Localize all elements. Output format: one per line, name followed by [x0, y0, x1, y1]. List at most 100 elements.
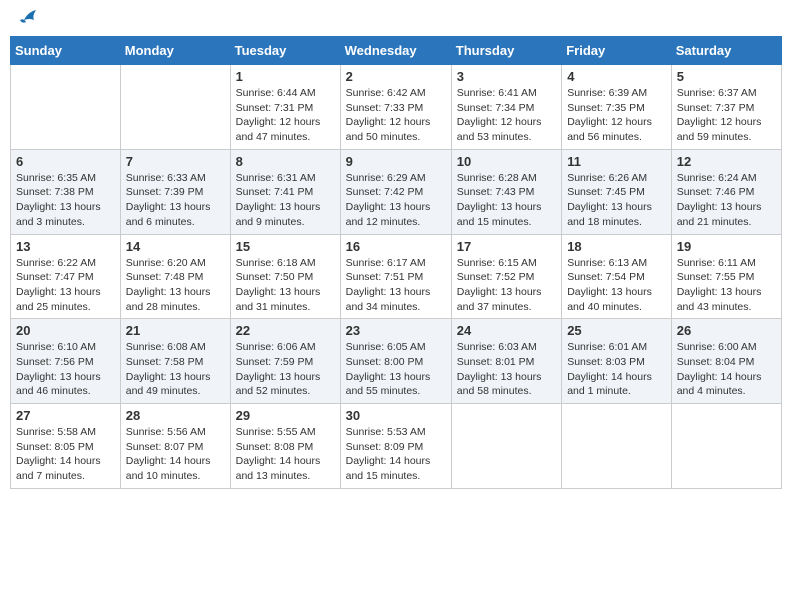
cell-details: Sunrise: 6:44 AM Sunset: 7:31 PM Dayligh…: [236, 86, 335, 145]
day-number: 17: [457, 239, 556, 254]
calendar-week-row: 20 Sunrise: 6:10 AM Sunset: 7:56 PM Dayl…: [11, 319, 782, 404]
cell-details: Sunrise: 6:08 AM Sunset: 7:58 PM Dayligh…: [126, 340, 225, 399]
sunrise-text: Sunrise: 5:53 AM: [346, 426, 426, 438]
cell-details: Sunrise: 6:39 AM Sunset: 7:35 PM Dayligh…: [567, 86, 666, 145]
day-number: 14: [126, 239, 225, 254]
day-number: 6: [16, 154, 115, 169]
day-number: 27: [16, 408, 115, 423]
calendar-cell: 13 Sunrise: 6:22 AM Sunset: 7:47 PM Dayl…: [11, 234, 121, 319]
cell-details: Sunrise: 5:56 AM Sunset: 8:07 PM Dayligh…: [126, 425, 225, 484]
day-number: 20: [16, 323, 115, 338]
daylight-text: Daylight: 12 hours and 47 minutes.: [236, 116, 321, 143]
daylight-text: Daylight: 13 hours and 18 minutes.: [567, 201, 652, 228]
calendar-cell: 26 Sunrise: 6:00 AM Sunset: 8:04 PM Dayl…: [671, 319, 781, 404]
sunrise-text: Sunrise: 6:26 AM: [567, 172, 647, 184]
daylight-text: Daylight: 14 hours and 13 minutes.: [236, 455, 321, 482]
calendar-cell: 9 Sunrise: 6:29 AM Sunset: 7:42 PM Dayli…: [340, 149, 451, 234]
calendar-cell: 22 Sunrise: 6:06 AM Sunset: 7:59 PM Dayl…: [230, 319, 340, 404]
sunrise-text: Sunrise: 6:03 AM: [457, 341, 537, 353]
day-number: 19: [677, 239, 776, 254]
sunrise-text: Sunrise: 6:00 AM: [677, 341, 757, 353]
daylight-text: Daylight: 13 hours and 46 minutes.: [16, 371, 101, 398]
sunset-text: Sunset: 8:04 PM: [677, 356, 755, 368]
sunrise-text: Sunrise: 6:22 AM: [16, 257, 96, 269]
day-number: 21: [126, 323, 225, 338]
sunset-text: Sunset: 7:43 PM: [457, 186, 535, 198]
sunrise-text: Sunrise: 6:44 AM: [236, 87, 316, 99]
cell-details: Sunrise: 6:35 AM Sunset: 7:38 PM Dayligh…: [16, 171, 115, 230]
sunset-text: Sunset: 7:34 PM: [457, 102, 535, 114]
calendar-cell: 4 Sunrise: 6:39 AM Sunset: 7:35 PM Dayli…: [562, 65, 672, 150]
cell-details: Sunrise: 6:24 AM Sunset: 7:46 PM Dayligh…: [677, 171, 776, 230]
daylight-text: Daylight: 12 hours and 56 minutes.: [567, 116, 652, 143]
sunrise-text: Sunrise: 6:31 AM: [236, 172, 316, 184]
sunrise-text: Sunrise: 6:06 AM: [236, 341, 316, 353]
sunset-text: Sunset: 7:50 PM: [236, 271, 314, 283]
day-number: 13: [16, 239, 115, 254]
calendar-week-row: 13 Sunrise: 6:22 AM Sunset: 7:47 PM Dayl…: [11, 234, 782, 319]
sunrise-text: Sunrise: 6:37 AM: [677, 87, 757, 99]
day-of-week-header: Sunday: [11, 37, 121, 65]
calendar-cell: 24 Sunrise: 6:03 AM Sunset: 8:01 PM Dayl…: [451, 319, 561, 404]
sunset-text: Sunset: 8:07 PM: [126, 441, 204, 453]
day-number: 11: [567, 154, 666, 169]
sunset-text: Sunset: 8:09 PM: [346, 441, 424, 453]
calendar-cell: 14 Sunrise: 6:20 AM Sunset: 7:48 PM Dayl…: [120, 234, 230, 319]
sunset-text: Sunset: 7:52 PM: [457, 271, 535, 283]
cell-details: Sunrise: 6:42 AM Sunset: 7:33 PM Dayligh…: [346, 86, 446, 145]
day-of-week-header: Tuesday: [230, 37, 340, 65]
calendar-cell: 11 Sunrise: 6:26 AM Sunset: 7:45 PM Dayl…: [562, 149, 672, 234]
daylight-text: Daylight: 13 hours and 31 minutes.: [236, 286, 321, 313]
sunrise-text: Sunrise: 6:24 AM: [677, 172, 757, 184]
daylight-text: Daylight: 13 hours and 3 minutes.: [16, 201, 101, 228]
daylight-text: Daylight: 13 hours and 52 minutes.: [236, 371, 321, 398]
daylight-text: Daylight: 13 hours and 43 minutes.: [677, 286, 762, 313]
sunrise-text: Sunrise: 6:39 AM: [567, 87, 647, 99]
sunset-text: Sunset: 8:01 PM: [457, 356, 535, 368]
cell-details: Sunrise: 6:28 AM Sunset: 7:43 PM Dayligh…: [457, 171, 556, 230]
cell-details: Sunrise: 6:33 AM Sunset: 7:39 PM Dayligh…: [126, 171, 225, 230]
calendar-cell: [120, 65, 230, 150]
cell-details: Sunrise: 6:31 AM Sunset: 7:41 PM Dayligh…: [236, 171, 335, 230]
day-of-week-header: Saturday: [671, 37, 781, 65]
calendar-week-row: 6 Sunrise: 6:35 AM Sunset: 7:38 PM Dayli…: [11, 149, 782, 234]
daylight-text: Daylight: 12 hours and 59 minutes.: [677, 116, 762, 143]
cell-details: Sunrise: 6:05 AM Sunset: 8:00 PM Dayligh…: [346, 340, 446, 399]
sunset-text: Sunset: 7:42 PM: [346, 186, 424, 198]
cell-details: Sunrise: 6:13 AM Sunset: 7:54 PM Dayligh…: [567, 256, 666, 315]
daylight-text: Daylight: 13 hours and 15 minutes.: [457, 201, 542, 228]
calendar-cell: 18 Sunrise: 6:13 AM Sunset: 7:54 PM Dayl…: [562, 234, 672, 319]
day-of-week-header: Wednesday: [340, 37, 451, 65]
day-number: 15: [236, 239, 335, 254]
sunrise-text: Sunrise: 6:29 AM: [346, 172, 426, 184]
cell-details: Sunrise: 6:29 AM Sunset: 7:42 PM Dayligh…: [346, 171, 446, 230]
calendar-cell: 30 Sunrise: 5:53 AM Sunset: 8:09 PM Dayl…: [340, 404, 451, 489]
sunset-text: Sunset: 7:37 PM: [677, 102, 755, 114]
calendar-cell: 17 Sunrise: 6:15 AM Sunset: 7:52 PM Dayl…: [451, 234, 561, 319]
calendar-cell: 28 Sunrise: 5:56 AM Sunset: 8:07 PM Dayl…: [120, 404, 230, 489]
sunrise-text: Sunrise: 6:41 AM: [457, 87, 537, 99]
logo-bird-icon: [16, 6, 38, 28]
day-number: 28: [126, 408, 225, 423]
sunset-text: Sunset: 7:45 PM: [567, 186, 645, 198]
sunrise-text: Sunrise: 6:20 AM: [126, 257, 206, 269]
sunset-text: Sunset: 7:48 PM: [126, 271, 204, 283]
calendar-cell: 21 Sunrise: 6:08 AM Sunset: 7:58 PM Dayl…: [120, 319, 230, 404]
day-number: 1: [236, 69, 335, 84]
sunrise-text: Sunrise: 6:35 AM: [16, 172, 96, 184]
day-of-week-header: Friday: [562, 37, 672, 65]
day-number: 4: [567, 69, 666, 84]
sunset-text: Sunset: 7:38 PM: [16, 186, 94, 198]
sunrise-text: Sunrise: 6:05 AM: [346, 341, 426, 353]
daylight-text: Daylight: 13 hours and 28 minutes.: [126, 286, 211, 313]
sunrise-text: Sunrise: 6:17 AM: [346, 257, 426, 269]
sunset-text: Sunset: 7:33 PM: [346, 102, 424, 114]
daylight-text: Daylight: 13 hours and 49 minutes.: [126, 371, 211, 398]
day-of-week-header: Thursday: [451, 37, 561, 65]
daylight-text: Daylight: 12 hours and 50 minutes.: [346, 116, 431, 143]
sunrise-text: Sunrise: 6:18 AM: [236, 257, 316, 269]
daylight-text: Daylight: 14 hours and 10 minutes.: [126, 455, 211, 482]
calendar-cell: 15 Sunrise: 6:18 AM Sunset: 7:50 PM Dayl…: [230, 234, 340, 319]
cell-details: Sunrise: 6:18 AM Sunset: 7:50 PM Dayligh…: [236, 256, 335, 315]
cell-details: Sunrise: 6:11 AM Sunset: 7:55 PM Dayligh…: [677, 256, 776, 315]
